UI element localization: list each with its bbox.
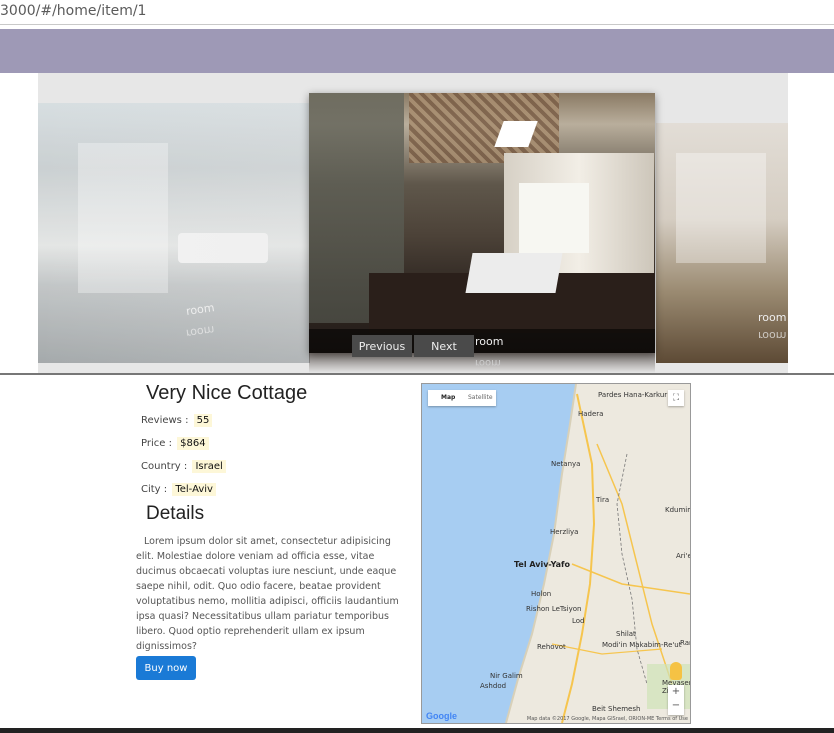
map-label: Rehovot (537, 643, 566, 651)
field-price: Price : $864 (141, 437, 209, 450)
item-title: Very Nice Cottage (146, 382, 308, 404)
field-label: Price : (141, 438, 172, 449)
slide-caption: room (758, 311, 787, 324)
map-type-map[interactable]: Map (441, 394, 455, 401)
slide-caption: room (475, 335, 504, 348)
address-bar[interactable]: 3000/#/home/item/1 (0, 0, 834, 25)
carousel-slide-right[interactable]: room room (656, 123, 788, 363)
map-type-control[interactable]: Map Satellite (428, 390, 496, 406)
map-label: Hadera (578, 410, 604, 418)
image-carousel: room room room room room room Previous N… (38, 73, 788, 373)
zoom-out-button[interactable]: − (668, 699, 684, 713)
url-text[interactable]: 3000/#/home/item/1 (0, 3, 146, 19)
zoom-control[interactable]: + − (668, 685, 684, 715)
map-label: Pardes Hana-Karkur (598, 391, 668, 399)
map-label: Modi'in Makabim-Re'ut (602, 641, 682, 649)
map-label: Kdumim (665, 506, 690, 514)
field-value: 55 (193, 414, 213, 427)
field-label: City : (141, 484, 168, 495)
carousel-slide-active[interactable]: room (309, 93, 655, 353)
map-label: Beit Shemesh (592, 705, 641, 713)
next-button[interactable]: Next (414, 335, 474, 357)
google-logo[interactable]: Google (426, 711, 457, 721)
map-type-satellite[interactable]: Satellite (468, 394, 493, 401)
details-heading: Details (146, 503, 205, 524)
zoom-in-button[interactable]: + (668, 685, 684, 699)
map-label: Holon (531, 590, 552, 598)
map-label: Tira (596, 496, 610, 504)
map-label: Ari'el (676, 552, 690, 560)
map-canvas[interactable] (422, 384, 690, 723)
slide-caption-reflection: room (475, 357, 501, 368)
map-label: Nir Galim (490, 672, 523, 680)
item-description: Lorem ipsum dolor sit amet, consectetur … (136, 536, 399, 652)
field-value: Tel-Aviv (172, 483, 216, 496)
map-label: Netanya (551, 460, 581, 468)
previous-button[interactable]: Previous (352, 335, 412, 357)
field-value: Israel (192, 460, 226, 473)
fullscreen-icon[interactable]: ⛶ (668, 390, 684, 406)
field-country: Country : Israel (141, 460, 226, 473)
map-label: Herzliya (550, 528, 579, 536)
top-banner (0, 29, 834, 73)
map-label: Shilat (616, 630, 636, 638)
divider (0, 373, 834, 375)
map-attribution[interactable]: Map data ©2017 Google, Mapa GISrael, ORI… (527, 716, 688, 722)
location-map[interactable]: Map Satellite ⛶ Pardes Hana-Karkur Hader… (421, 383, 691, 724)
field-value: $864 (177, 437, 209, 450)
map-label: Rishon LeTsiyon (526, 605, 582, 613)
field-city: City : Tel-Aviv (141, 483, 216, 496)
map-label: Ashdod (480, 682, 507, 690)
slide-caption-reflection: room (758, 329, 787, 342)
map-label: Tel Aviv-Yafo (514, 560, 571, 569)
buy-now-button[interactable]: Buy now (136, 656, 196, 680)
map-label: Lod (572, 617, 585, 625)
field-label: Reviews : (141, 415, 189, 426)
field-reviews: Reviews : 55 (141, 414, 213, 427)
street-view-pegman-icon[interactable] (670, 662, 682, 680)
field-label: Country : (141, 461, 188, 472)
footer (0, 728, 834, 733)
map-label: Ram (680, 639, 690, 647)
